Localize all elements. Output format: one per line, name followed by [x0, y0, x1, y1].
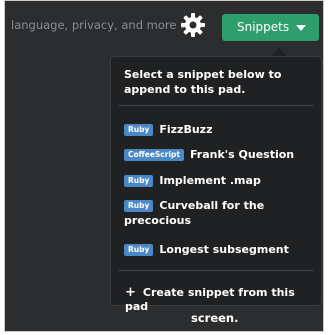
snippet-item-franks-question[interactable]: CoffeeScript Frank's Question [124, 147, 316, 162]
snippets-button-label: Snippets [237, 20, 290, 34]
dropdown-header: Select a snippet below to append to this… [124, 68, 282, 96]
snippet-item-longest-subsegment[interactable]: Ruby Longest subsegment [124, 242, 316, 257]
language-badge: Ruby [124, 175, 154, 187]
settings-link[interactable]: language, privacy, and more > [11, 18, 190, 32]
snippet-item-curveball[interactable]: Ruby Curveball for the precocious [124, 198, 284, 228]
snippet-label: Frank's Question [189, 148, 295, 161]
caret-down-icon [296, 25, 306, 31]
create-snippet-label: Create snippet from this pad [125, 286, 295, 313]
create-snippet-button[interactable]: + Create snippet from this pad [125, 285, 321, 313]
snippet-label: FizzBuzz [159, 123, 213, 136]
snippet-item-fizzbuzz[interactable]: Ruby FizzBuzz [124, 122, 316, 137]
divider [119, 105, 313, 106]
gear-icon[interactable] [180, 12, 206, 38]
snippets-button[interactable]: Snippets [222, 14, 319, 41]
snippets-dropdown: Select a snippet below to append to this… [110, 56, 322, 313]
language-badge: Ruby [124, 124, 154, 136]
snippet-label: Longest subsegment [159, 243, 289, 256]
divider [119, 270, 313, 271]
snippet-item-implement-map[interactable]: Ruby Implement .map [124, 173, 316, 188]
background-text: screen. [191, 311, 239, 325]
snippet-label: Implement .map [159, 174, 261, 187]
plus-icon: + [125, 285, 136, 300]
language-badge: Ruby [124, 244, 154, 256]
app-frame: language, privacy, and more > Snippets S… [4, 0, 324, 332]
language-badge: Ruby [124, 200, 154, 212]
language-badge: CoffeeScript [124, 149, 184, 161]
top-bar: language, privacy, and more > Snippets [5, 1, 323, 47]
